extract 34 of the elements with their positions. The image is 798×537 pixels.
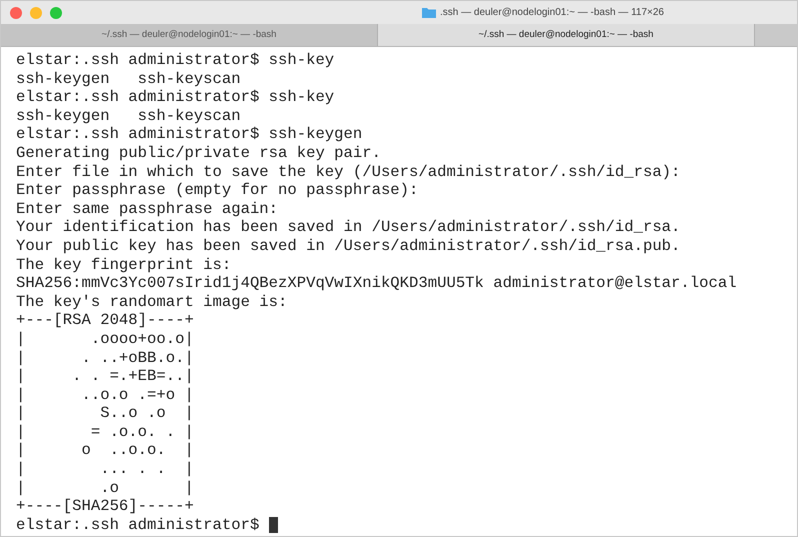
- terminal-line: | S..o .o |: [16, 404, 194, 423]
- terminal-line: elstar:.ssh administrator$ ssh-keygen: [16, 125, 362, 144]
- terminal-line: Generating public/private rsa key pair.: [16, 144, 381, 163]
- terminal-line: Your identification has been saved in /Users/administrator/.ssh/id_rsa.: [16, 218, 680, 237]
- terminal-line: ssh-keygen ssh-keyscan: [16, 106, 241, 126]
- terminal-line: | ... . . |: [16, 460, 194, 479]
- terminal-line: The key fingerprint is:: [16, 256, 232, 274]
- terminal-line: | . ..+oBB.o.|: [16, 348, 194, 368]
- terminal-line: Enter file in which to save the key (/Users/administrator/.ssh/id_rsa):: [16, 162, 680, 182]
- terminal-line: | ..o.o .=+o |: [16, 386, 194, 404]
- terminal-line: ssh-keygen ssh-keyscan: [16, 70, 241, 88]
- terminal-line: The key's randomart image is:: [16, 292, 288, 312]
- terminal-line: | .oooo+oo.o|: [16, 330, 194, 348]
- terminal-line: +---[RSA 2048]----+: [16, 311, 194, 330]
- terminal-line: | = .o.o. . |: [16, 422, 194, 442]
- terminal-line: | .o |: [16, 478, 194, 498]
- terminal-line: elstar:.ssh administrator$ ssh-key: [16, 88, 334, 107]
- terminal-line: Enter passphrase (empty for no passphrase):: [16, 181, 418, 200]
- terminal-tab[interactable]: ~/.ssh — deuler@nodelogin01:~ — -bash: [378, 24, 755, 46]
- terminal-prompt: elstar:.ssh administrator$: [16, 516, 260, 534]
- folder-icon: [422, 7, 436, 18]
- terminal-line: elstar:.ssh administrator$ ssh-key: [16, 51, 334, 70]
- terminal-line: | o ..o.o. |: [16, 441, 194, 460]
- terminal-tab[interactable]: ~/.ssh — deuler@nodelogin01:~ — -bash: [1, 24, 378, 46]
- zoom-button[interactable]: [50, 6, 62, 18]
- minimize-button[interactable]: [30, 6, 42, 18]
- terminal-line: SHA256:mmVc3Yc007sIrid1j4QBezXPVqVwIXnikQKD3mUU5Tk administrator@elstar.local: [16, 274, 737, 293]
- terminal-line: Your public key has been saved in /Users/administrator/.ssh/id_rsa.pub.: [16, 236, 680, 256]
- terminal-line: Enter same passphrase again:: [16, 200, 278, 218]
- terminal-line: +----[SHA256]-----+: [16, 497, 194, 516]
- terminal-line: | . . =.+EB=..|: [16, 367, 194, 386]
- text-cursor: [268, 517, 278, 534]
- close-button[interactable]: [10, 6, 22, 18]
- window-title: .ssh — deuler@nodelogin01:~ — -bash — 117×26: [440, 6, 664, 20]
